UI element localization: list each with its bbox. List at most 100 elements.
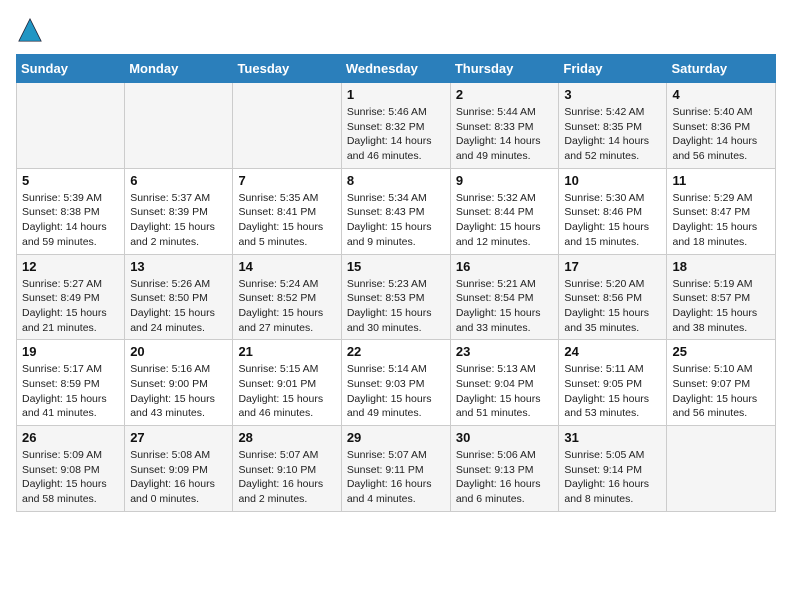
daylight-text: Daylight: 15 hours and 56 minutes. <box>672 392 770 421</box>
day-info: Sunrise: 5:44 AMSunset: 8:33 PMDaylight:… <box>456 105 554 164</box>
day-number: 12 <box>22 259 119 274</box>
calendar-cell: 31Sunrise: 5:05 AMSunset: 9:14 PMDayligh… <box>559 426 667 512</box>
sunrise-text: Sunrise: 5:40 AM <box>672 105 770 120</box>
sunset-text: Sunset: 8:52 PM <box>238 291 335 306</box>
calendar-week-row: 1Sunrise: 5:46 AMSunset: 8:32 PMDaylight… <box>17 83 776 169</box>
day-info: Sunrise: 5:27 AMSunset: 8:49 PMDaylight:… <box>22 277 119 336</box>
daylight-text: Daylight: 15 hours and 51 minutes. <box>456 392 554 421</box>
calendar-cell: 6 Sunrise: 5:37 AMSunset: 8:39 PMDaylight… <box>125 168 233 254</box>
sunrise-text: Sunrise: 5:37 AM <box>130 191 227 206</box>
sunrise-text: Sunrise: 5:07 AM <box>347 448 445 463</box>
calendar-cell: 18Sunrise: 5:19 AMSunset: 8:57 PMDayligh… <box>667 254 776 340</box>
daylight-text: Daylight: 15 hours and 53 minutes. <box>564 392 661 421</box>
day-number: 3 <box>564 87 661 102</box>
daylight-text: Daylight: 15 hours and 21 minutes. <box>22 306 119 335</box>
sunrise-text: Sunrise: 5:29 AM <box>672 191 770 206</box>
sunset-text: Sunset: 8:47 PM <box>672 205 770 220</box>
daylight-text: Daylight: 14 hours and 59 minutes. <box>22 220 119 249</box>
sunrise-text: Sunrise: 5:21 AM <box>456 277 554 292</box>
daylight-text: Daylight: 15 hours and 18 minutes. <box>672 220 770 249</box>
day-number: 23 <box>456 344 554 359</box>
daylight-text: Daylight: 15 hours and 30 minutes. <box>347 306 445 335</box>
day-info: Sunrise: 5:06 AMSunset: 9:13 PMDaylight:… <box>456 448 554 507</box>
calendar-week-row: 5Sunrise: 5:39 AMSunset: 8:38 PMDaylight… <box>17 168 776 254</box>
sunset-text: Sunset: 9:05 PM <box>564 377 661 392</box>
sunrise-text: Sunrise: 5:10 AM <box>672 362 770 377</box>
sunset-text: Sunset: 8:49 PM <box>22 291 119 306</box>
day-info: Sunrise: 5:16 AMSunset: 9:00 PMDaylight:… <box>130 362 227 421</box>
day-of-week-header: Thursday <box>450 55 559 83</box>
daylight-text: Daylight: 16 hours and 4 minutes. <box>347 477 445 506</box>
sunset-text: Sunset: 9:13 PM <box>456 463 554 478</box>
daylight-text: Daylight: 15 hours and 9 minutes. <box>347 220 445 249</box>
calendar-cell: 4Sunrise: 5:40 AMSunset: 8:36 PMDaylight… <box>667 83 776 169</box>
day-info: Sunrise: 5:37 AMSunset: 8:39 PMDaylight:… <box>130 191 227 250</box>
day-number: 16 <box>456 259 554 274</box>
calendar-week-row: 26Sunrise: 5:09 AMSunset: 9:08 PMDayligh… <box>17 426 776 512</box>
daylight-text: Daylight: 14 hours and 52 minutes. <box>564 134 661 163</box>
daylight-text: Daylight: 16 hours and 0 minutes. <box>130 477 227 506</box>
day-number: 11 <box>672 173 770 188</box>
calendar-cell: 24 Sunrise: 5:11 AMSunset: 9:05 PMDayligh… <box>559 340 667 426</box>
calendar-cell: 17Sunrise: 5:20 AMSunset: 8:56 PMDayligh… <box>559 254 667 340</box>
daylight-text: Daylight: 15 hours and 46 minutes. <box>238 392 335 421</box>
day-number: 30 <box>456 430 554 445</box>
day-number: 24 <box>564 344 661 359</box>
sunrise-text: Sunrise: 5:05 AM <box>564 448 661 463</box>
sunset-text: Sunset: 8:32 PM <box>347 120 445 135</box>
sunrise-text: Sunrise: 5:23 AM <box>347 277 445 292</box>
calendar-cell: 15 Sunrise: 5:23 AMSunset: 8:53 PMDayligh… <box>341 254 450 340</box>
day-number: 13 <box>130 259 227 274</box>
sunset-text: Sunset: 8:39 PM <box>130 205 227 220</box>
sunrise-text: Sunrise: 5:19 AM <box>672 277 770 292</box>
sunrise-text: Sunrise: 5:20 AM <box>564 277 661 292</box>
sunrise-text: Sunrise: 5:44 AM <box>456 105 554 120</box>
day-info: Sunrise: 5:07 AMSunset: 9:10 PMDaylight:… <box>238 448 335 507</box>
calendar-cell: 26 Sunrise: 5:09 AMSunset: 9:08 PMDayligh… <box>17 426 125 512</box>
sunset-text: Sunset: 9:11 PM <box>347 463 445 478</box>
sunrise-text: Sunrise: 5:27 AM <box>22 277 119 292</box>
day-number: 15 <box>347 259 445 274</box>
logo <box>16 16 46 44</box>
calendar-cell: 21Sunrise: 5:15 AMSunset: 9:01 PMDayligh… <box>233 340 341 426</box>
day-info: Sunrise: 5:10 AMSunset: 9:07 PMDaylight:… <box>672 362 770 421</box>
day-number: 27 <box>130 430 227 445</box>
day-number: 6 <box>130 173 227 188</box>
days-header-row: SundayMondayTuesdayWednesdayThursdayFrid… <box>17 55 776 83</box>
calendar-cell: 3 Sunrise: 5:42 AMSunset: 8:35 PMDaylight… <box>559 83 667 169</box>
daylight-text: Daylight: 15 hours and 58 minutes. <box>22 477 119 506</box>
sunrise-text: Sunrise: 5:42 AM <box>564 105 661 120</box>
sunset-text: Sunset: 8:35 PM <box>564 120 661 135</box>
calendar-cell: 7Sunrise: 5:35 AMSunset: 8:41 PMDaylight… <box>233 168 341 254</box>
sunset-text: Sunset: 9:08 PM <box>22 463 119 478</box>
day-info: Sunrise: 5:21 AMSunset: 8:54 PMDaylight:… <box>456 277 554 336</box>
day-of-week-header: Wednesday <box>341 55 450 83</box>
day-of-week-header: Saturday <box>667 55 776 83</box>
day-number: 26 <box>22 430 119 445</box>
day-number: 10 <box>564 173 661 188</box>
day-number: 20 <box>130 344 227 359</box>
sunset-text: Sunset: 8:43 PM <box>347 205 445 220</box>
sunrise-text: Sunrise: 5:11 AM <box>564 362 661 377</box>
sunset-text: Sunset: 8:57 PM <box>672 291 770 306</box>
day-info: Sunrise: 5:08 AMSunset: 9:09 PMDaylight:… <box>130 448 227 507</box>
day-number: 29 <box>347 430 445 445</box>
day-number: 18 <box>672 259 770 274</box>
day-info: Sunrise: 5:32 AMSunset: 8:44 PMDaylight:… <box>456 191 554 250</box>
sunset-text: Sunset: 8:59 PM <box>22 377 119 392</box>
sunrise-text: Sunrise: 5:09 AM <box>22 448 119 463</box>
day-info: Sunrise: 5:30 AMSunset: 8:46 PMDaylight:… <box>564 191 661 250</box>
day-info: Sunrise: 5:14 AMSunset: 9:03 PMDaylight:… <box>347 362 445 421</box>
day-of-week-header: Monday <box>125 55 233 83</box>
daylight-text: Daylight: 14 hours and 56 minutes. <box>672 134 770 163</box>
sunrise-text: Sunrise: 5:26 AM <box>130 277 227 292</box>
day-number: 5 <box>22 173 119 188</box>
day-number: 7 <box>238 173 335 188</box>
daylight-text: Daylight: 15 hours and 12 minutes. <box>456 220 554 249</box>
daylight-text: Daylight: 15 hours and 33 minutes. <box>456 306 554 335</box>
page-header <box>16 16 776 44</box>
daylight-text: Daylight: 15 hours and 2 minutes. <box>130 220 227 249</box>
day-info: Sunrise: 5:24 AMSunset: 8:52 PMDaylight:… <box>238 277 335 336</box>
sunrise-text: Sunrise: 5:08 AM <box>130 448 227 463</box>
sunset-text: Sunset: 8:53 PM <box>347 291 445 306</box>
